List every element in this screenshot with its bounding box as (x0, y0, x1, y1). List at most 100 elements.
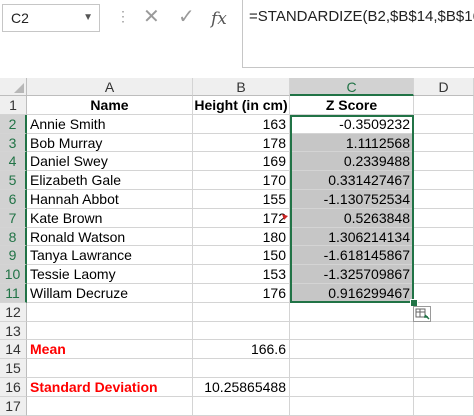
height-cell[interactable]: 176 (193, 283, 290, 303)
row-header[interactable]: 5 (0, 171, 27, 190)
height-cell[interactable]: 153 (193, 265, 290, 284)
empty-cell[interactable] (27, 359, 193, 378)
chevron-down-icon[interactable]: ▼ (83, 5, 93, 31)
height-cell[interactable]: 169 (193, 152, 290, 172)
name-box[interactable]: C2 ▼ (2, 4, 100, 32)
zscore-cell[interactable]: 0.916299467 (290, 283, 414, 303)
name-cell[interactable]: Daniel Swey (27, 152, 193, 172)
select-all-corner[interactable] (0, 78, 27, 96)
row-header[interactable]: 14 (0, 340, 27, 360)
zscore-cell[interactable]: 0.2339488 (290, 152, 414, 172)
column-header-c[interactable]: C (290, 78, 414, 96)
column-header-d[interactable]: D (414, 78, 474, 96)
row-header[interactable]: 7 (0, 208, 27, 228)
empty-cell[interactable] (193, 359, 290, 378)
empty-cell[interactable] (414, 377, 474, 397)
table-row: 8 Ronald Watson 180 1.306214134 (0, 227, 474, 247)
row-header[interactable]: 17 (0, 396, 27, 416)
name-cell[interactable]: Kate Brown (27, 208, 193, 228)
zscore-cell[interactable]: -1.325709867 (290, 265, 414, 284)
mean-label-cell[interactable]: Mean (27, 340, 193, 360)
height-cell[interactable]: 178 (193, 133, 290, 153)
pointer-cursor-icon (282, 214, 288, 220)
empty-cell[interactable] (27, 302, 193, 322)
stdev-value-cell[interactable]: 10.25865488 (193, 377, 290, 397)
insert-function-icon[interactable]: fx (211, 8, 227, 30)
empty-cell[interactable] (414, 321, 474, 341)
stdev-label-cell[interactable]: Standard Deviation (27, 377, 193, 397)
zscore-cell[interactable]: 1.1112568 (290, 133, 414, 153)
column-header-a[interactable]: A (27, 78, 193, 96)
height-cell[interactable]: 155 (193, 189, 290, 209)
zscore-cell[interactable]: 0.5263848 (290, 208, 414, 228)
name-cell[interactable]: Tessie Laomy (27, 265, 193, 284)
empty-cell[interactable] (414, 246, 474, 266)
empty-cell[interactable] (414, 114, 474, 134)
header-name-cell[interactable]: Name (27, 96, 193, 115)
close-icon[interactable]: ✕ (143, 6, 160, 28)
height-cell[interactable]: 170 (193, 171, 290, 190)
row-header[interactable]: 10 (0, 265, 27, 284)
empty-cell[interactable] (414, 396, 474, 416)
zscore-cell[interactable]: -1.618145867 (290, 246, 414, 266)
height-cell[interactable]: 163 (193, 114, 290, 134)
row-header[interactable]: 13 (0, 321, 27, 341)
empty-cell[interactable] (414, 171, 474, 190)
row-header[interactable]: 9 (0, 246, 27, 266)
empty-cell[interactable] (414, 227, 474, 247)
row-header[interactable]: 3 (0, 133, 27, 153)
empty-cell[interactable] (193, 302, 290, 322)
name-cell[interactable]: Tanya Lawrance (27, 246, 193, 266)
height-cell[interactable]: 180 (193, 227, 290, 247)
empty-cell[interactable] (290, 321, 414, 341)
row-header[interactable]: 16 (0, 377, 27, 397)
empty-cell[interactable] (414, 359, 474, 378)
empty-cell[interactable] (27, 396, 193, 416)
formula-input[interactable]: =STANDARDIZE(B2,$B$14,$B$16) (242, 0, 474, 68)
row-header[interactable]: 4 (0, 152, 27, 172)
header-zscore-cell[interactable]: Z Score (290, 96, 414, 115)
formula-text: =STANDARDIZE(B2,$B$14,$B$16) (249, 8, 474, 25)
empty-cell[interactable] (193, 321, 290, 341)
empty-cell[interactable] (414, 265, 474, 284)
row-header[interactable]: 6 (0, 189, 27, 209)
empty-cell[interactable] (414, 208, 474, 228)
empty-cell[interactable] (414, 283, 474, 303)
zscore-cell[interactable]: -1.130752534 (290, 189, 414, 209)
empty-cell[interactable] (290, 396, 414, 416)
empty-cell[interactable] (290, 359, 414, 378)
column-header-b[interactable]: B (193, 78, 290, 96)
name-cell[interactable]: Hannah Abbot (27, 189, 193, 209)
name-cell[interactable]: Bob Murray (27, 133, 193, 153)
empty-cell[interactable] (414, 133, 474, 153)
row-header[interactable]: 8 (0, 227, 27, 247)
zscore-cell[interactable]: 1.306214134 (290, 227, 414, 247)
zscore-cell[interactable]: 0.331427467 (290, 171, 414, 190)
empty-cell[interactable] (193, 396, 290, 416)
row-header[interactable]: 2 (0, 114, 27, 134)
mean-value-cell[interactable]: 166.6 (193, 340, 290, 360)
header-height-cell[interactable]: Height (in cm) (193, 96, 290, 115)
zscore-cell[interactable]: -0.3509232 (290, 114, 414, 134)
check-icon[interactable]: ✓ (178, 6, 195, 28)
empty-cell[interactable] (414, 189, 474, 209)
row-header[interactable]: 1 (0, 96, 27, 115)
drag-handle-icon[interactable]: ⋮ (116, 8, 130, 25)
height-cell[interactable]: 172 (193, 208, 290, 228)
row-header[interactable]: 11 (0, 283, 27, 303)
row-header[interactable]: 15 (0, 359, 27, 378)
name-cell[interactable]: Elizabeth Gale (27, 171, 193, 190)
name-cell[interactable]: Ronald Watson (27, 227, 193, 247)
empty-cell[interactable] (290, 377, 414, 397)
empty-cell[interactable] (414, 340, 474, 360)
empty-cell[interactable] (27, 321, 193, 341)
row-header[interactable]: 12 (0, 302, 27, 322)
name-cell[interactable]: Willam Decruze (27, 283, 193, 303)
empty-cell[interactable] (414, 96, 474, 115)
name-cell[interactable]: Annie Smith (27, 114, 193, 134)
height-cell[interactable]: 150 (193, 246, 290, 266)
empty-cell[interactable] (290, 340, 414, 360)
empty-cell[interactable] (414, 152, 474, 172)
quick-analysis-button[interactable] (413, 306, 431, 322)
empty-cell[interactable] (290, 302, 414, 322)
